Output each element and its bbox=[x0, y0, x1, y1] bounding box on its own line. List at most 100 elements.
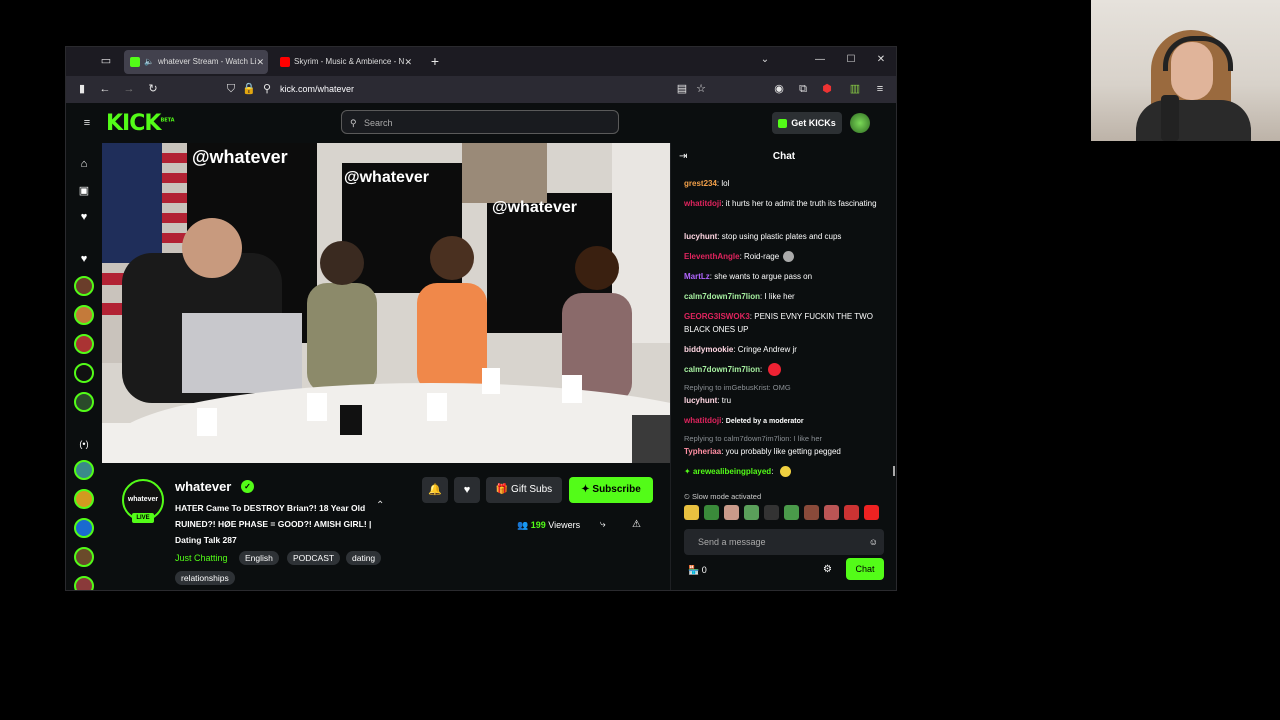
emote-icon[interactable] bbox=[744, 505, 759, 520]
tag-english[interactable]: English bbox=[239, 551, 279, 565]
chat-username[interactable]: whatitdoji bbox=[684, 199, 721, 208]
chat-username[interactable]: MartLz bbox=[684, 272, 710, 281]
chat-scrollbar[interactable] bbox=[893, 466, 895, 476]
emote-icon[interactable] bbox=[704, 505, 719, 520]
chat-username[interactable]: arewealibeingplayed bbox=[693, 467, 771, 476]
account-icon[interactable]: ◉ bbox=[771, 81, 787, 97]
report-icon[interactable]: ⚠ bbox=[632, 518, 641, 532]
get-kicks-button[interactable]: Get KICKs bbox=[772, 112, 842, 134]
share-icon[interactable]: ⤷ bbox=[600, 518, 606, 532]
sidebar-toggle-icon[interactable]: ▮ bbox=[74, 81, 90, 97]
channel-name[interactable]: whatever bbox=[175, 479, 231, 494]
recommended-channel-avatar[interactable] bbox=[74, 576, 94, 590]
followed-channel-avatar[interactable] bbox=[74, 392, 94, 412]
subscribe-label: Subscribe bbox=[592, 484, 641, 495]
hamburger-icon[interactable]: ≡ bbox=[79, 115, 95, 131]
gear-icon[interactable]: ⚙ bbox=[823, 563, 832, 577]
chevron-down-icon[interactable]: ⌄ bbox=[758, 54, 772, 65]
recommended-channel-avatar[interactable] bbox=[74, 518, 94, 538]
tab-overview-icon[interactable]: ▭ bbox=[98, 53, 114, 69]
follow-heart-icon[interactable]: ♥ bbox=[454, 477, 480, 503]
send-chat-button[interactable]: Chat bbox=[846, 558, 884, 580]
heart-icon[interactable]: ♥ bbox=[76, 209, 92, 225]
emote-icon[interactable] bbox=[844, 505, 859, 520]
gift-subs-button[interactable]: 🎁 Gift Subs bbox=[486, 477, 562, 503]
reload-icon[interactable]: ↻ bbox=[145, 81, 161, 97]
emote-icon[interactable] bbox=[864, 505, 879, 520]
plus-icon[interactable]: + bbox=[427, 53, 443, 69]
emote-icon[interactable] bbox=[824, 505, 839, 520]
search-input[interactable]: ⚲ Search bbox=[341, 110, 619, 134]
lock-icon[interactable]: 🔒 bbox=[241, 81, 257, 97]
webcam-overlay bbox=[1091, 0, 1280, 141]
viewers-label: Viewers bbox=[548, 520, 581, 530]
chat-username[interactable]: Typheriaa bbox=[684, 447, 721, 456]
tab-label: Skyrim - Music & Ambience - N bbox=[294, 57, 405, 66]
chevron-up-icon[interactable]: ⌃ bbox=[376, 500, 384, 511]
audio-icon[interactable]: 🔈 bbox=[144, 57, 154, 66]
emoji-icon[interactable]: ☺ bbox=[869, 529, 878, 555]
address-bar[interactable]: kick.com/whatever bbox=[280, 81, 354, 97]
search-placeholder: Search bbox=[364, 118, 393, 128]
ublock-icon[interactable]: ⬢ bbox=[819, 81, 835, 97]
tag-dating[interactable]: dating bbox=[346, 551, 382, 565]
followed-channel-avatar[interactable] bbox=[74, 334, 94, 354]
chat-username[interactable]: whatitdoji bbox=[684, 416, 721, 425]
home-icon[interactable]: ⌂ bbox=[76, 156, 92, 172]
stream-category[interactable]: Just Chatting bbox=[175, 551, 228, 565]
shield-icon[interactable]: ⛉ bbox=[223, 81, 239, 97]
chat-username[interactable]: grest234 bbox=[684, 179, 717, 188]
live-channels-icon[interactable]: (•) bbox=[76, 436, 92, 452]
chat-username[interactable]: calm7down7im7lion bbox=[684, 292, 760, 301]
chat-username[interactable]: biddymookie bbox=[684, 345, 733, 354]
followed-channel-avatar[interactable] bbox=[74, 276, 94, 296]
menu-icon[interactable]: ≡ bbox=[872, 81, 888, 97]
forward-icon[interactable]: → bbox=[121, 81, 137, 97]
logo-text: KICK bbox=[106, 111, 161, 136]
tag-podcast[interactable]: PODCAST bbox=[287, 551, 341, 565]
back-icon[interactable]: ← bbox=[97, 81, 113, 97]
close-icon[interactable]: ✕ bbox=[256, 50, 264, 74]
chat-username[interactable]: calm7down7im7lion bbox=[684, 365, 760, 374]
left-sidebar: ⌂ ▣ ♥ ♥ (•) bbox=[66, 143, 102, 590]
tab-skyrim[interactable]: Skyrim - Music & Ambience - N ✕ bbox=[274, 50, 416, 74]
maximize-icon[interactable]: ☐ bbox=[844, 54, 858, 65]
chat-username[interactable]: lucyhunt bbox=[684, 396, 717, 405]
chat-username[interactable]: GEORG3ISWOK3 bbox=[684, 312, 750, 321]
site-settings-icon[interactable]: ⚲ bbox=[259, 81, 275, 97]
emote-icon[interactable] bbox=[724, 505, 739, 520]
emote-icon[interactable] bbox=[684, 505, 699, 520]
emote-icon bbox=[779, 466, 791, 478]
subscribe-button[interactable]: ✦ Subscribe bbox=[569, 477, 653, 503]
emote-icon[interactable] bbox=[804, 505, 819, 520]
viewer-number: 199 bbox=[530, 520, 546, 530]
kicks-balance[interactable]: 🏪 0 bbox=[688, 563, 707, 577]
extensions-icon[interactable]: ⧉ bbox=[795, 81, 811, 97]
followed-channel-avatar[interactable] bbox=[74, 363, 94, 383]
chat-username[interactable]: EleventhAngle bbox=[684, 252, 740, 261]
chat-message-input[interactable]: Send a message ☺ bbox=[684, 529, 884, 555]
kick-logo[interactable]: KICKBETA bbox=[106, 111, 175, 136]
recommended-channel-avatar[interactable] bbox=[74, 489, 94, 509]
tag-relationships[interactable]: relationships bbox=[175, 571, 235, 585]
video-player[interactable]: @whatever @whatever @whatever bbox=[102, 143, 670, 463]
bell-icon[interactable]: 🔔 bbox=[422, 477, 448, 503]
followed-channel-avatar[interactable] bbox=[74, 305, 94, 325]
chat-message: whatitdoji: it hurts her to admit the tr… bbox=[684, 199, 877, 208]
following-heart-icon[interactable]: ♥ bbox=[76, 251, 92, 267]
minimize-icon[interactable]: — bbox=[813, 54, 827, 65]
close-window-icon[interactable]: ✕ bbox=[874, 54, 888, 65]
recommended-channel-avatar[interactable] bbox=[74, 547, 94, 567]
bookmark-icon[interactable]: ☆ bbox=[693, 81, 709, 97]
extension-bars-icon[interactable]: ▥ bbox=[847, 81, 863, 97]
kick-favicon-icon bbox=[130, 56, 140, 67]
emote-icon[interactable] bbox=[764, 505, 779, 520]
chat-username[interactable]: lucyhunt bbox=[684, 232, 717, 241]
browse-icon[interactable]: ▣ bbox=[76, 183, 92, 199]
user-avatar[interactable] bbox=[850, 113, 870, 133]
close-icon[interactable]: ✕ bbox=[404, 50, 412, 74]
recommended-channel-avatar[interactable] bbox=[74, 460, 94, 480]
emote-icon[interactable] bbox=[784, 505, 799, 520]
tab-whatever[interactable]: 🔈 whatever Stream - Watch Li ✕ bbox=[124, 50, 268, 74]
reader-view-icon[interactable]: ▤ bbox=[674, 81, 690, 97]
